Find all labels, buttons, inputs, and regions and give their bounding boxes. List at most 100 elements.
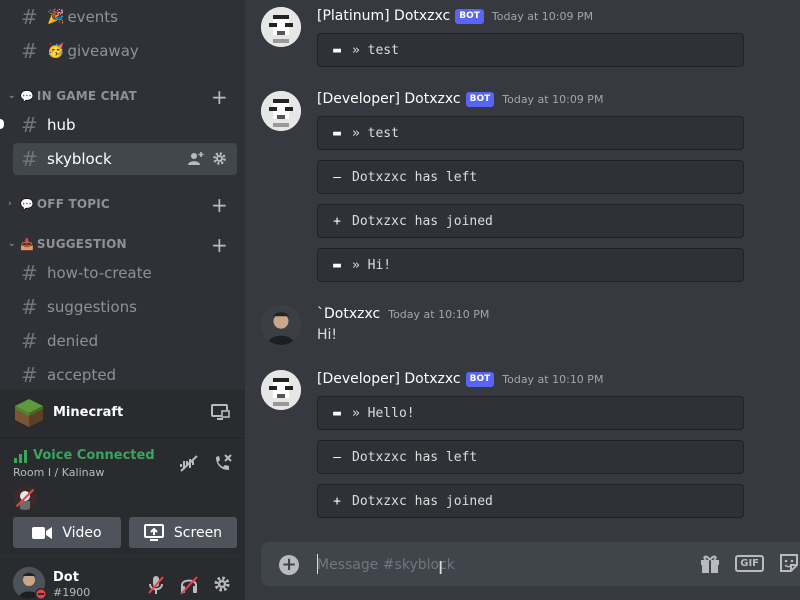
- voice-controls: [179, 453, 233, 473]
- voice-status-label: Voice Connected: [33, 448, 155, 463]
- channel-label: events: [67, 8, 118, 26]
- deafen-headphones-icon[interactable]: [179, 575, 199, 595]
- create-channel-plus-icon[interactable]: +: [211, 233, 228, 257]
- embed-text: » test: [352, 125, 399, 141]
- hash-icon: #: [21, 329, 38, 353]
- disconnect-call-icon[interactable]: [213, 453, 233, 473]
- signal-strength-icon: [14, 449, 27, 463]
- channel-giveaway[interactable]: # 🥳 giveaway: [13, 35, 237, 67]
- channel-tools: [188, 151, 227, 167]
- channel-label: giveaway: [67, 42, 139, 60]
- category-emoji: 📥: [20, 237, 34, 251]
- message-text: Hi!: [317, 327, 338, 343]
- hash-icon: #: [21, 295, 38, 319]
- timestamp: Today at 10:10 PM: [388, 307, 490, 321]
- user-discriminator: #1900: [53, 586, 91, 599]
- gift-icon[interactable]: [699, 552, 721, 574]
- channel-suggestions[interactable]: # suggestions: [13, 291, 237, 323]
- mouse-ibeam-cursor: I: [438, 558, 444, 579]
- embed-text: Dotxzxc has joined: [352, 213, 493, 229]
- message-avatar[interactable]: [261, 370, 301, 410]
- screen-share-button[interactable]: Screen: [129, 517, 237, 548]
- channel-label: skyblock: [47, 150, 112, 168]
- hash-icon: #: [21, 113, 38, 137]
- discord-app: # 🎉 events # 🥳 giveaway ⌄ 💬 IN GAME CHAT…: [0, 0, 800, 600]
- voice-participant-avatar[interactable]: [13, 486, 37, 510]
- channel-hub[interactable]: # hub: [13, 109, 237, 141]
- invite-member-icon[interactable]: [188, 151, 204, 167]
- message-input[interactable]: [317, 554, 677, 576]
- message-header: [Developer] Dotxzxc BOT Today at 10:09 P…: [317, 91, 603, 107]
- author-name[interactable]: `Dotxzxc: [317, 306, 380, 322]
- minus-icon: —: [333, 449, 341, 465]
- participant-avatar-icon: [13, 486, 37, 510]
- hash-icon: #: [21, 147, 38, 171]
- category-suggestion[interactable]: ⌄ 📥 SUGGESTION +: [8, 233, 238, 257]
- chat-bubble-icon: ▬: [333, 42, 341, 58]
- bot-badge: BOT: [465, 371, 495, 387]
- embed-text: Dotxzxc has joined: [352, 493, 493, 509]
- do-not-disturb-status-icon: [35, 588, 47, 600]
- message-avatar[interactable]: [261, 91, 301, 131]
- text-caret: [317, 554, 318, 574]
- chat-bubble-icon: ▬: [333, 125, 341, 141]
- message-header: [Developer] Dotxzxc BOT Today at 10:10 P…: [317, 371, 603, 387]
- mute-microphone-icon[interactable]: [147, 575, 165, 595]
- embed-text: Dotxzxc has left: [352, 449, 478, 465]
- message-avatar[interactable]: [261, 7, 301, 47]
- timestamp: Today at 10:10 PM: [502, 372, 604, 386]
- video-button-label: Video: [62, 524, 102, 541]
- minecraft-grass-block-icon: [15, 399, 43, 427]
- channel-skyblock[interactable]: # skyblock: [13, 143, 237, 175]
- category-in-game-chat[interactable]: ⌄ 💬 IN GAME CHAT +: [8, 85, 238, 109]
- user-controls: [147, 575, 231, 595]
- message-embed: ▬ » Hello!: [317, 396, 744, 430]
- channel-emoji: 🎉: [47, 9, 65, 25]
- create-channel-plus-icon[interactable]: +: [211, 193, 228, 217]
- user-settings-gear-icon[interactable]: [213, 575, 231, 593]
- channel-accepted[interactable]: # accepted: [13, 359, 237, 390]
- message-list: [Platinum] Dotxzxc BOT Today at 10:09 PM…: [245, 0, 800, 540]
- channel-label: suggestions: [47, 298, 137, 316]
- gear-icon[interactable]: [212, 151, 227, 166]
- plus-icon: +: [333, 213, 341, 229]
- category-emoji: 💬: [20, 89, 34, 103]
- video-button[interactable]: Video: [13, 517, 121, 548]
- channel-denied[interactable]: # denied: [13, 325, 237, 357]
- hash-icon: #: [21, 261, 38, 285]
- hash-icon: #: [21, 39, 38, 63]
- attach-plus-button[interactable]: +: [279, 555, 299, 575]
- chat-bubble-icon: ▬: [333, 405, 341, 421]
- video-camera-icon: [32, 526, 53, 539]
- channel-sidebar: # 🎉 events # 🥳 giveaway ⌄ 💬 IN GAME CHAT…: [0, 0, 245, 600]
- channel-how-to-create[interactable]: # how-to-create: [13, 257, 237, 289]
- chevron-down-icon: ⌄: [8, 91, 16, 101]
- timestamp: Today at 10:09 PM: [491, 9, 594, 23]
- message-embed: + Dotxzxc has joined: [317, 204, 744, 238]
- channel-label: accepted: [47, 366, 117, 384]
- timestamp: Today at 10:09 PM: [502, 92, 604, 106]
- username: Dot: [53, 570, 79, 585]
- message-embed: — Dotxzxc has left: [317, 160, 744, 194]
- channel-label: denied: [47, 332, 99, 350]
- chat-bubble-icon: ▬: [333, 257, 341, 273]
- embed-text: » test: [352, 42, 399, 58]
- author-name[interactable]: [Platinum] Dotxzxc: [317, 8, 450, 24]
- gif-button[interactable]: GIF: [735, 554, 764, 572]
- stream-game-icon[interactable]: [211, 402, 231, 422]
- category-off-topic[interactable]: › 💬 OFF TOPIC +: [8, 193, 238, 217]
- sticker-icon[interactable]: [778, 552, 800, 574]
- bot-badge: BOT: [465, 91, 495, 107]
- create-channel-plus-icon[interactable]: +: [211, 85, 228, 109]
- author-name[interactable]: [Developer] Dotxzxc: [317, 371, 461, 387]
- voice-status[interactable]: Voice Connected: [13, 448, 155, 463]
- category-label: IN GAME CHAT: [36, 89, 137, 103]
- category-label: OFF TOPIC: [36, 197, 110, 211]
- channel-events[interactable]: # 🎉 events: [13, 1, 237, 33]
- activity-name: Minecraft: [53, 405, 124, 420]
- message-avatar[interactable]: [261, 305, 301, 345]
- author-name[interactable]: [Developer] Dotxzxc: [317, 91, 461, 107]
- voice-room[interactable]: Room I / Kalinaw: [13, 466, 104, 479]
- embed-text: » Hello!: [352, 405, 415, 421]
- noise-suppression-icon[interactable]: [179, 453, 199, 473]
